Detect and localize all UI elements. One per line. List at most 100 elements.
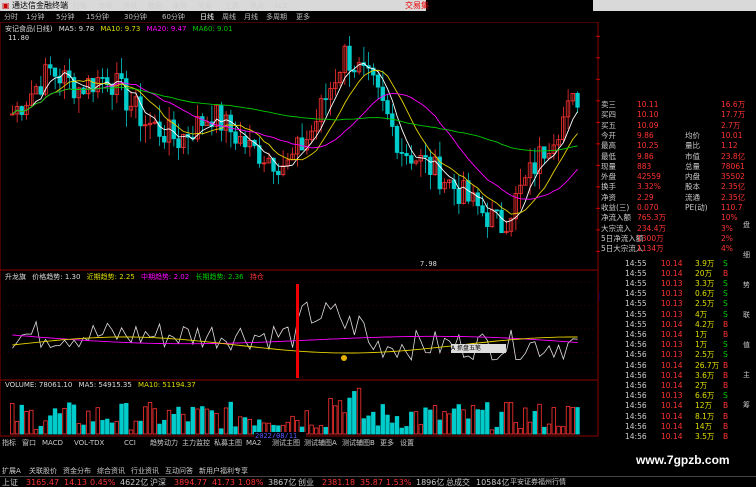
quote-key: 买四 [601,110,616,120]
quote-key: 外盘 [601,172,616,182]
menu-item-8[interactable]: LL2 [275,1,287,11]
volume-bar [409,411,414,435]
tick-side: S [723,278,728,288]
period-tab-8[interactable]: 月线 [244,12,258,22]
indicator-tab-11[interactable]: 测试辅图B [342,438,375,448]
bottom-tab-3[interactable]: 综合资讯 [97,466,125,476]
total-turnover-label: 总成交 [446,478,470,487]
indicator-tab-3[interactable]: VOL-TDX [74,438,104,448]
indicator-tab-6[interactable]: 主力监控 [182,438,210,448]
tick-price: 10.14 [661,431,683,441]
tick-price: 10.14 [661,319,683,329]
right-tab-2[interactable]: 势 [743,280,750,290]
candle-body [38,86,43,95]
bottom-tab-2[interactable]: 资金分布 [63,466,91,476]
menu-item-0[interactable]: 行情 [73,1,87,11]
menu-item-4[interactable]: 发现 [173,1,187,11]
quote-key2: 均价 [685,130,700,140]
quote-row: 现量 883 总量 78061 [599,162,756,172]
volume-bars [10,387,580,435]
volume-bar [385,414,390,435]
index-name[interactable]: 沪深 [150,477,166,487]
volume-bar [128,429,134,435]
indicator-tab-5[interactable]: 趋势动力 [150,438,178,448]
indicator-tab-7[interactable]: 私募主图 [214,438,242,448]
volume-bar [323,426,328,435]
period-tab-10[interactable]: 更多 [296,12,310,22]
floating-dialog[interactable]: A 抓盘五笔 [451,344,506,353]
indicator-tab-10[interactable]: 测试辅图A [304,438,337,448]
volume-bar [90,421,96,435]
status-bar: 上证 3165.47 14.13 0.45% 4622亿 沪深 3894.77 41.73 1.… [0,476,756,487]
menu-item-1[interactable]: 市场 [98,1,112,11]
quote-value: 10.11 [637,100,659,109]
volume-bar [499,411,504,435]
indicator-tab-8[interactable]: MA2 [246,438,261,448]
volume-bar [133,420,138,435]
volume-bar [71,404,77,435]
menu-item-6[interactable]: 工具 [225,1,239,11]
quote-row: 5日大宗流入 1134万 4% [599,244,756,254]
ind-near-trend: 近期趋势: 2.25 [86,273,135,281]
period-tab-5[interactable]: 60分钟 [162,12,185,22]
period-tab-6[interactable]: 日线 [200,12,214,22]
indicator-tab-4[interactable]: CCI [124,438,136,448]
tick-row: 14:56 10.13 6.6万 S [599,391,756,401]
menu-item-5[interactable]: 交易 [198,1,212,11]
period-tab-9[interactable]: 多周期 [266,12,287,22]
right-tab-4[interactable]: 值 [743,340,750,350]
volume-bar [200,406,205,435]
tick-price: 10.13 [661,391,683,401]
quote-value2: 3% [721,223,733,233]
indicator-tab-13[interactable]: 设置 [400,438,414,448]
menu-item-7[interactable]: 热点 [250,1,264,11]
bottom-tab-1[interactable]: 关联股价 [29,466,57,476]
period-tab-7[interactable]: 周线 [222,12,236,22]
candle-body [575,92,580,108]
bottom-tab-4[interactable]: 行业资讯 [131,466,159,476]
right-tab-0[interactable]: 盘 [743,220,750,230]
quote-value: 10.25 [637,141,659,151]
bottom-tab-5[interactable]: 互动问答 [165,466,193,476]
quote-value2: 2% [721,233,733,243]
tick-price: 10.14 [661,329,683,339]
period-tab-1[interactable]: 1分钟 [26,12,44,22]
right-tab-6[interactable]: 筹 [743,400,750,410]
volume-bar [461,409,466,435]
volume-bar [451,408,457,435]
menu-item-2[interactable]: 资讯 [123,1,137,11]
tick-side: B [723,268,729,278]
indicator-tab-2[interactable]: MACD [42,438,63,448]
bottom-tab-0[interactable]: 扩展A [2,466,21,476]
bottom-tab-6[interactable]: 新用户福利专享 [199,466,248,476]
volume-bar [508,402,514,435]
period-tab-2[interactable]: 5分钟 [56,12,74,22]
menu-item-3[interactable]: 数据 [148,1,162,11]
right-tab-1[interactable]: 细 [743,250,750,260]
chart-area[interactable]: 10.5010.2510.009.759.509.259.008.758.508… [0,22,600,438]
indicator-tab-12[interactable]: 更多 [380,438,394,448]
volume-bar [195,408,200,435]
period-tab-4[interactable]: 30分钟 [124,12,147,22]
period-tab-3[interactable]: 15分钟 [86,12,109,22]
index-name[interactable]: 创业 [298,477,314,487]
volume-bar [152,408,157,435]
index-name[interactable]: 上证 [2,477,18,487]
volume-bar [380,404,385,435]
quote-row: 外盘 42559 内盘 35502 [599,172,756,182]
period-tab-0[interactable]: 分时 [4,12,18,22]
candle-body [162,135,167,143]
indicator-tab-9[interactable]: 测试主图 [272,438,300,448]
tick-row: 14:55 10.14 3.9万 S [599,259,756,269]
indicator-tab-1[interactable]: 窗口 [22,438,36,448]
tick-row: 14:56 10.14 3.6万 B [599,371,756,381]
volume-bar [219,428,224,435]
tick-time: 14:55 [625,289,647,299]
candle-body [276,170,281,176]
right-tab-3[interactable]: 联 [743,310,750,320]
volume-bar [575,407,580,435]
indicator-tab-0[interactable]: 指标 [2,438,16,448]
tick-side: S [723,289,728,299]
right-tab-5[interactable]: 主 [743,370,750,380]
tick-row: 14:55 10.13 4万 S [599,310,756,320]
